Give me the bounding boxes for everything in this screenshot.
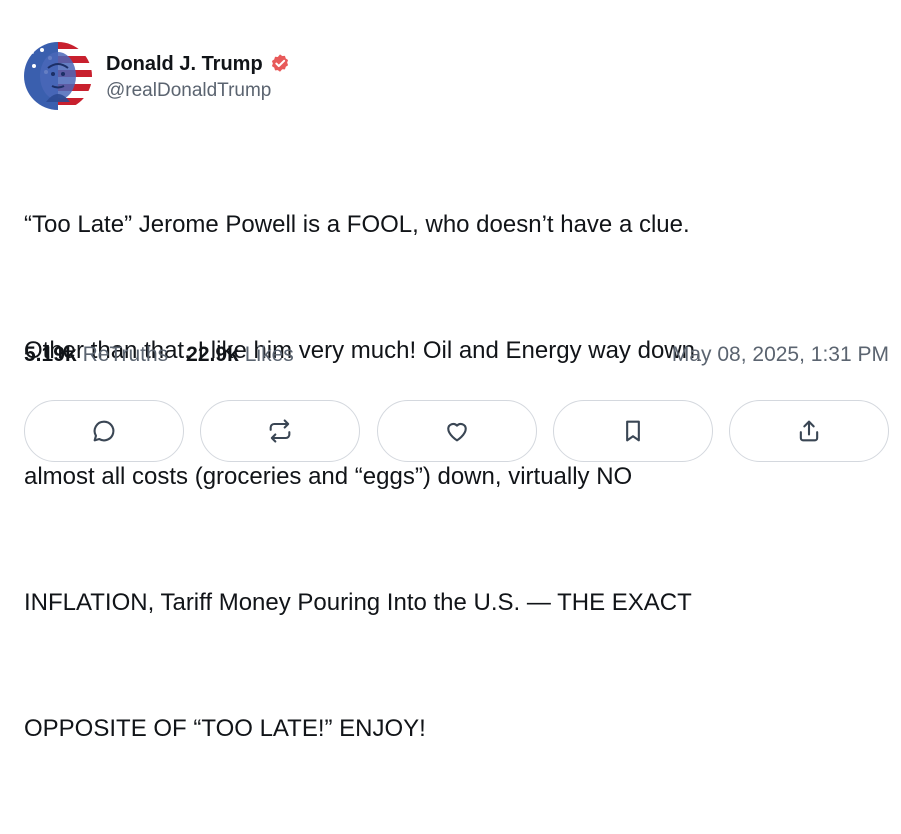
bookmark-button[interactable] [552,400,713,462]
post-header: Donald J. Trump @realDonaldTrump [24,42,889,110]
verified-badge-icon [269,53,291,75]
avatar-image [24,42,92,110]
avatar[interactable] [24,42,92,110]
post-line: OPPOSITE OF “TOO LATE!” ENJOY! [24,715,426,742]
post-line: INFLATION, Tariff Money Pouring Into the… [24,589,692,616]
like-icon [446,422,467,442]
display-name-row: Donald J. Trump [106,50,291,78]
post-line: “Too Late” Jerome Powell is a FOOL, who … [24,211,690,238]
author-names: Donald J. Trump @realDonaldTrump [106,50,291,102]
post-line: almost all costs (groceries and “eggs”) … [24,463,633,490]
retruths-stat[interactable]: 5.19k ReTruths [24,343,168,367]
like-button[interactable] [376,400,537,462]
display-name[interactable]: Donald J. Trump [106,53,263,76]
share-icon [799,420,819,442]
truth-post: Donald J. Trump @realDonaldTrump “Too La… [24,42,889,834]
likes-count: 22.9k [186,343,239,366]
post-content: “Too Late” Jerome Powell is a FOOL, who … [24,120,884,834]
post-actions [24,400,889,462]
share-button[interactable] [729,400,889,462]
retruths-label: ReTruths [82,343,169,366]
retruths-count: 5.19k [24,343,77,366]
reply-icon [93,420,115,442]
retruth-icon [269,419,291,443]
bookmark-icon [625,420,640,442]
post-timestamp[interactable]: May 08, 2025, 1:31 PM [672,343,889,367]
post-stats: 5.19k ReTruths 22.9k Likes May 08, 2025,… [24,340,889,370]
author-handle[interactable]: @realDonaldTrump [106,80,291,102]
retruth-button[interactable] [200,400,361,462]
likes-stat[interactable]: 22.9k Likes [186,343,294,367]
reply-button[interactable] [24,400,184,462]
likes-label: Likes [244,343,294,366]
